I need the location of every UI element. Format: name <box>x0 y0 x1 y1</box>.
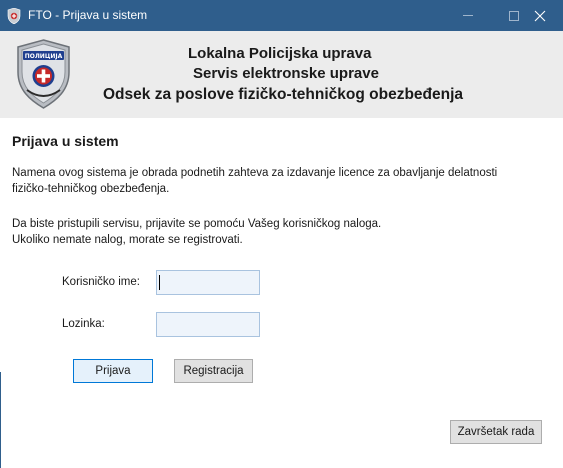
password-input[interactable] <box>156 312 260 337</box>
description-text-line2: fizičko-tehničkog obezbeđenja. <box>12 183 170 195</box>
exit-button[interactable]: Završetak rada <box>450 420 542 444</box>
title-bar[interactable]: FTO - Prijava u sistem <box>0 0 563 31</box>
login-button[interactable]: Prijava <box>73 359 153 383</box>
text-caret <box>159 275 160 290</box>
police-emblem-icon: ПОЛИЦИЈА <box>17 39 70 109</box>
window-title: FTO - Prijava u sistem <box>28 8 148 22</box>
username-input[interactable] <box>156 270 260 295</box>
instruction-text-line1: Da biste pristupili servisu, prijavite s… <box>12 218 382 230</box>
page-header: ПОЛИЦИЈА Lokalna Policijska uprava Servi… <box>0 31 563 118</box>
minimize-button[interactable] <box>445 0 491 31</box>
page-title: Prijava u sistem <box>12 133 119 149</box>
instruction-text-line2: Ukoliko nemate nalog, morate se registro… <box>12 234 243 246</box>
username-label: Korisničko ime: <box>62 276 140 288</box>
login-window: FTO - Prijava u sistem ПОЛИЦИЈА Lokalna … <box>0 0 563 468</box>
register-button[interactable]: Registracija <box>174 359 253 383</box>
close-button[interactable] <box>517 0 563 31</box>
description-text-line1: Namena ovog sistema je obrada podnetih z… <box>12 167 498 179</box>
header-title-line2: Servis elektronske uprave <box>193 65 379 82</box>
window-border <box>0 372 1 468</box>
header-title-line1: Lokalna Policijska uprava <box>188 45 372 62</box>
password-label: Lozinka: <box>62 318 105 330</box>
minimize-icon <box>463 15 473 16</box>
police-badge-icon <box>7 8 21 24</box>
close-icon <box>534 10 546 21</box>
emblem-text: ПОЛИЦИЈА <box>25 53 63 60</box>
header-title-line3: Odsek za poslove fizičko-tehničkog obezb… <box>103 86 464 103</box>
